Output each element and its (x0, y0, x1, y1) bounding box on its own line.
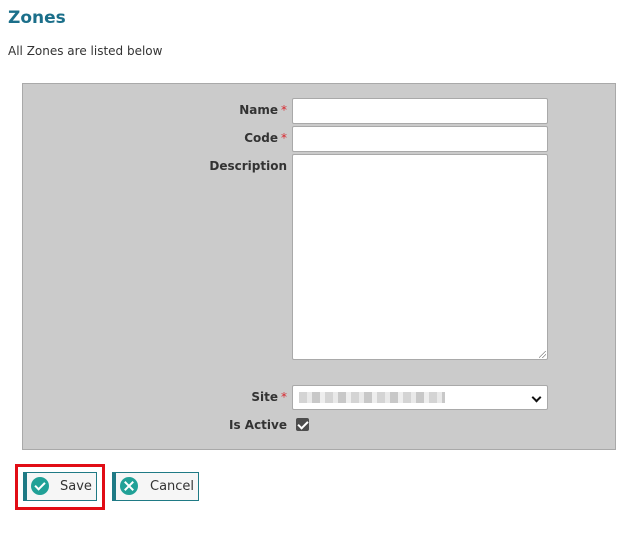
required-marker: * (281, 103, 287, 117)
name-label-text: Name (239, 103, 278, 117)
cancel-button-label: Cancel (150, 479, 195, 494)
chevron-down-icon (531, 392, 542, 403)
save-button[interactable]: Save (23, 472, 97, 501)
code-label: Code * (244, 131, 287, 145)
page-title: Zones (8, 8, 66, 28)
code-label-text: Code (244, 131, 278, 145)
cancel-button[interactable]: Cancel (112, 472, 199, 501)
code-input[interactable] (292, 126, 548, 152)
site-label-text: Site (251, 390, 278, 404)
required-marker: * (281, 131, 287, 145)
required-marker: * (281, 390, 287, 404)
site-label: Site * (251, 390, 287, 404)
x-circle-icon (120, 477, 138, 495)
zones-page: Zones All Zones are listed below Name * C… (0, 0, 644, 551)
description-textarea[interactable] (292, 154, 548, 360)
save-button-label: Save (60, 479, 92, 494)
is-active-label: Is Active (229, 418, 287, 432)
obscured-site-value (299, 392, 445, 403)
is-active-checkbox[interactable] (296, 418, 309, 431)
site-select[interactable] (292, 385, 548, 410)
page-subtitle: All Zones are listed below (8, 44, 163, 58)
name-input[interactable] (292, 98, 548, 124)
is-active-label-text: Is Active (229, 418, 287, 432)
name-label: Name * (239, 103, 287, 117)
description-label-text: Description (209, 159, 287, 173)
description-label: Description (209, 159, 287, 173)
check-circle-icon (31, 477, 49, 495)
resize-handle-icon[interactable] (539, 351, 546, 358)
